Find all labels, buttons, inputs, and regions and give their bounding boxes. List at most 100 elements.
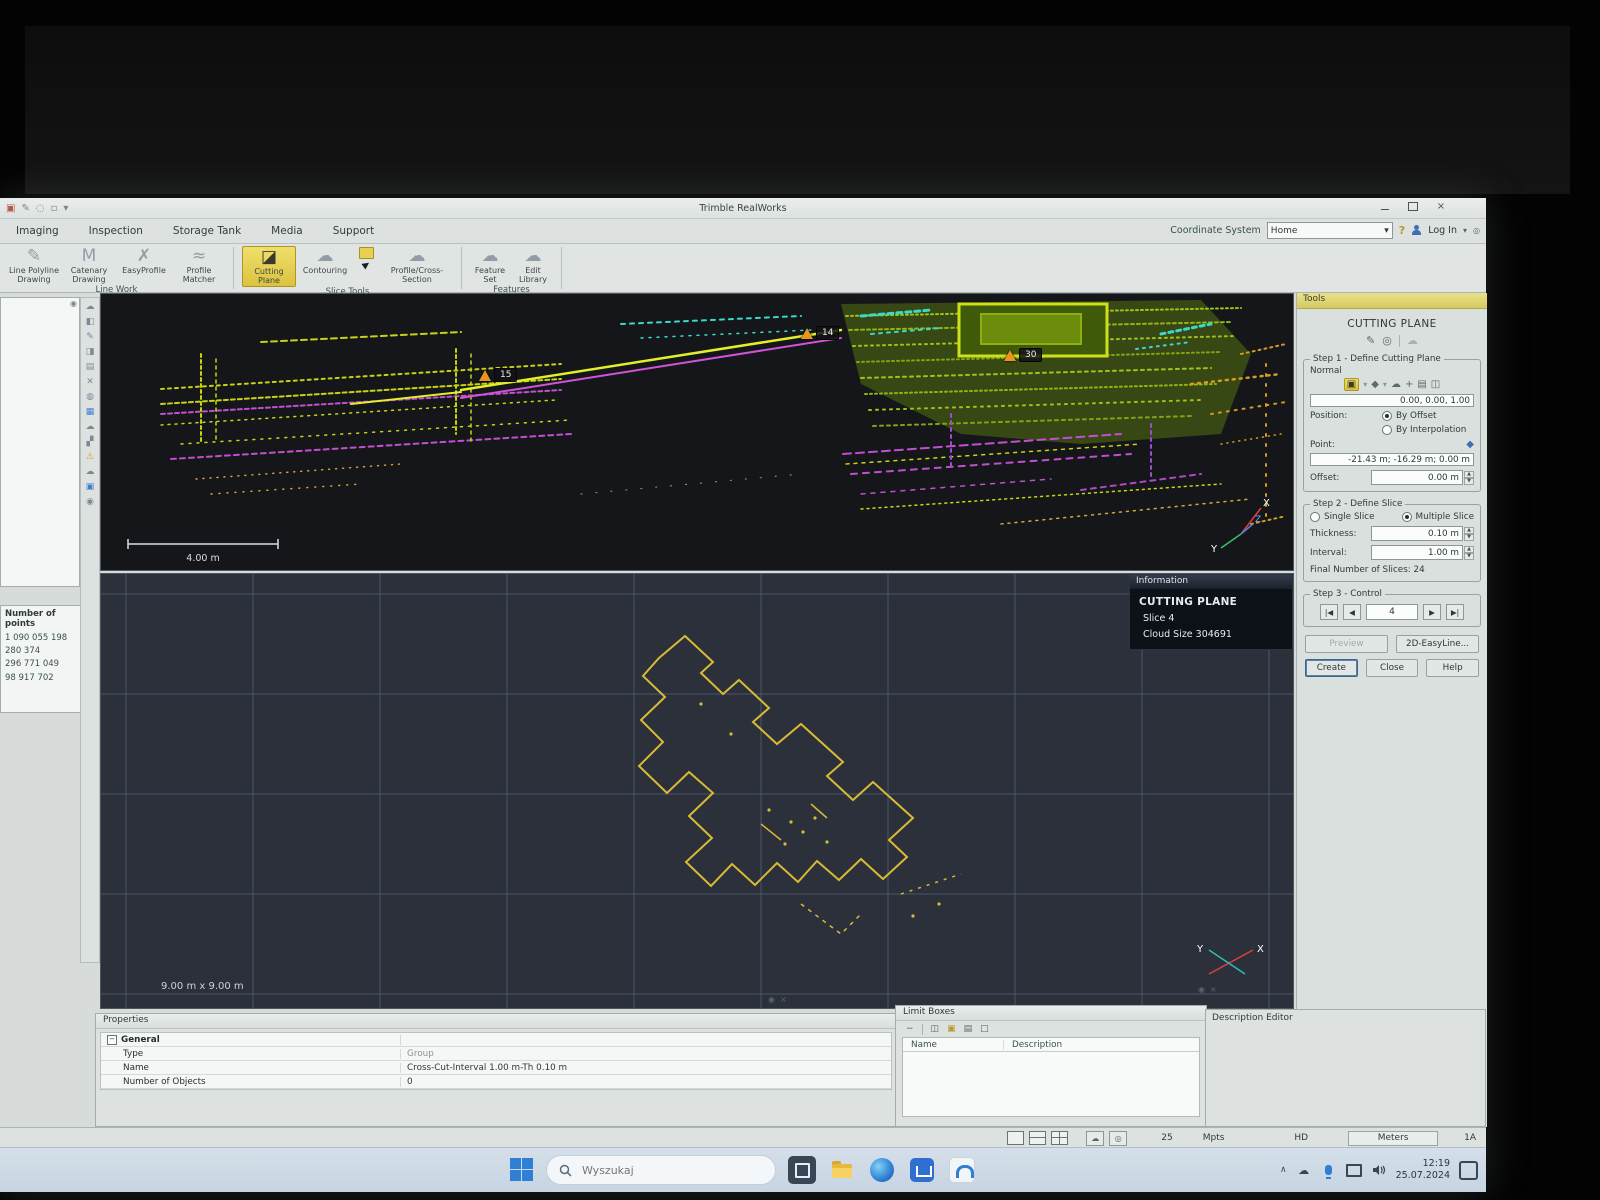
radio-by-interpolation[interactable]: By Interpolation [1382, 425, 1474, 435]
close-icon[interactable]: × [780, 995, 787, 1004]
viewport-3d[interactable]: 15 14 30 4.00 m [100, 293, 1294, 571]
help-icon[interactable]: ? [1399, 224, 1405, 237]
close-button[interactable]: × [1434, 200, 1448, 212]
radio-by-offset[interactable]: By Offset [1382, 411, 1474, 421]
name-column-header[interactable]: Name [903, 1040, 1004, 1050]
toolbar-icon[interactable]: ◧ [86, 317, 95, 327]
pick-point-icon[interactable]: ◆ [1466, 439, 1474, 450]
interval-input[interactable]: 1.00 m [1371, 545, 1463, 560]
file-explorer-icon[interactable] [828, 1156, 856, 1184]
tab-support[interactable]: Support [333, 225, 375, 237]
radio-single-slice[interactable]: Single Slice [1310, 512, 1375, 522]
toolbar-icon[interactable]: ▞ [87, 437, 94, 447]
close-panel-button[interactable]: Close [1366, 659, 1419, 677]
tool-contouring[interactable]: ☁ Contouring [299, 246, 351, 276]
toolbar-icon[interactable]: ▤ [86, 362, 95, 372]
taskbar-search[interactable] [546, 1155, 776, 1185]
single-view-icon[interactable] [1007, 1131, 1024, 1145]
split-view-icon[interactable] [1029, 1131, 1046, 1145]
store-app-icon[interactable] [908, 1156, 936, 1184]
paste-tool[interactable]: ▶ [354, 246, 378, 270]
dropdown-icon[interactable]: ▾ [1363, 380, 1367, 389]
coordinate-system-select[interactable]: Home ▾ [1267, 222, 1393, 239]
normal-box-icon[interactable]: ◫ [1431, 379, 1440, 390]
tab-imaging[interactable]: Imaging [16, 225, 59, 237]
easyline-button[interactable]: 2D-EasyLine... [1396, 635, 1479, 653]
project-tree-panel[interactable]: ◉ [0, 297, 80, 587]
limit-boxes-table[interactable]: Name Description [902, 1037, 1200, 1117]
toolbar-icon[interactable]: ✎ [86, 332, 94, 342]
grid-view-icon[interactable] [1051, 1131, 1068, 1145]
tool-profile-matcher[interactable]: ≈ Profile Matcher [173, 246, 225, 285]
login-button[interactable]: Log In [1428, 225, 1457, 236]
maximize-button[interactable] [1406, 200, 1420, 212]
radio-multiple-slice[interactable]: Multiple Slice [1402, 512, 1474, 522]
warning-toolbar-icon[interactable]: ⚠ [86, 452, 94, 462]
tool-catenary-drawing[interactable]: M Catenary Drawing [63, 246, 115, 285]
normal-axis-icon[interactable]: ▣ [1344, 378, 1359, 391]
normal-cloud-icon[interactable]: ☁ [1391, 379, 1401, 390]
tab-inspection[interactable]: Inspection [89, 225, 143, 237]
property-row-type[interactable]: Type Group [101, 1047, 891, 1061]
toolbar-icon[interactable]: ▣ [86, 482, 95, 492]
toolbar-icon[interactable]: ◨ [86, 347, 95, 357]
toolbar-icon[interactable]: ☁ [86, 467, 95, 477]
tool-profile-cross-section[interactable]: ☁ Profile/Cross-Section [381, 246, 453, 285]
search-input[interactable] [580, 1163, 744, 1178]
login-dropdown-icon[interactable]: ▾ [1463, 226, 1467, 235]
tool-line-polyline-drawing[interactable]: ✎ Line Polyline Drawing [8, 246, 60, 285]
viewport-2d[interactable]: Information CUTTING PLANE Slice 4 Cloud … [100, 573, 1294, 1009]
sync-icon[interactable]: ◎ [1473, 226, 1480, 235]
property-row-number-of-objects[interactable]: Number of Objects 0 [101, 1075, 891, 1089]
pin-icon[interactable]: ◉ [768, 995, 775, 1004]
collapse-icon[interactable]: − [107, 1035, 117, 1045]
current-slice-input[interactable]: 4 [1366, 604, 1418, 620]
interval-spinner[interactable]: ▲▼ [1464, 546, 1474, 560]
help-button[interactable]: Help [1426, 659, 1479, 677]
edit-plane-icon[interactable]: ✎ [1366, 334, 1375, 347]
toolbar-icon[interactable]: ◉ [86, 497, 94, 507]
volume-tray-icon[interactable] [1371, 1162, 1387, 1178]
quick-access-icon[interactable]: ✎ [21, 203, 29, 214]
create-button[interactable]: Create [1305, 659, 1358, 677]
pinned-app-icon[interactable] [948, 1156, 976, 1184]
tool-cutting-plane[interactable]: ◪ Cutting Plane [242, 246, 296, 287]
tab-media[interactable]: Media [271, 225, 303, 237]
lock-icon[interactable]: ◫ [931, 1024, 940, 1034]
annotation-marker-14[interactable]: 14 [801, 326, 839, 340]
pin-icon[interactable]: ◉ [1198, 985, 1205, 994]
start-button[interactable] [510, 1158, 534, 1182]
tool-easyprofile[interactable]: ✗ EasyProfile [118, 246, 170, 276]
reset-icon[interactable]: ☁ [1407, 334, 1418, 347]
toolbar-icon[interactable]: ◍ [86, 392, 94, 402]
toolbar-icon[interactable]: ▦ [86, 407, 95, 417]
grab-icon[interactable]: ▤ [964, 1024, 973, 1034]
pin-icon[interactable]: ◉ [70, 299, 77, 308]
notification-center-icon[interactable] [1459, 1161, 1478, 1180]
quick-access-dropdown-icon[interactable]: ▾ [63, 203, 68, 214]
dropdown-icon[interactable]: ▾ [1383, 380, 1387, 389]
remove-limit-box-icon[interactable]: − [906, 1024, 914, 1034]
tool-edit-library[interactable]: ☁ Edit Library [513, 246, 553, 285]
offset-input[interactable]: 0.00 m [1371, 470, 1463, 485]
next-slice-button[interactable]: ▶ [1423, 604, 1441, 620]
normal-input[interactable]: 0.00, 0.00, 1.00 [1310, 394, 1474, 407]
display-tray-icon[interactable] [1346, 1162, 1362, 1178]
normal-hand-icon[interactable]: ▤ [1417, 379, 1426, 390]
previous-slice-button[interactable]: ◀ [1343, 604, 1361, 620]
normal-plus-icon[interactable]: + [1405, 379, 1413, 390]
point-density-icon[interactable]: ◎ [1109, 1131, 1127, 1146]
toolbar-icon[interactable]: ☁ [86, 302, 95, 312]
tray-expand-icon[interactable]: ∧ [1280, 1165, 1287, 1175]
description-column-header[interactable]: Description [1004, 1040, 1062, 1050]
task-view-icon[interactable] [788, 1156, 816, 1184]
last-slice-button[interactable]: ▶| [1446, 604, 1464, 620]
property-row-name[interactable]: Name Cross-Cut-Interval 1.00 m-Th 0.10 m [101, 1061, 891, 1075]
toolbar-icon[interactable]: ☁ [86, 422, 95, 432]
property-row-general[interactable]: − General [101, 1033, 891, 1047]
thickness-spinner[interactable]: ▲▼ [1464, 527, 1474, 541]
annotation-marker-15[interactable]: 15 [479, 368, 517, 382]
folder-icon[interactable]: ▣ [947, 1024, 956, 1034]
microphone-tray-icon[interactable] [1321, 1162, 1337, 1178]
quality-indicator[interactable]: HD [1294, 1133, 1308, 1143]
